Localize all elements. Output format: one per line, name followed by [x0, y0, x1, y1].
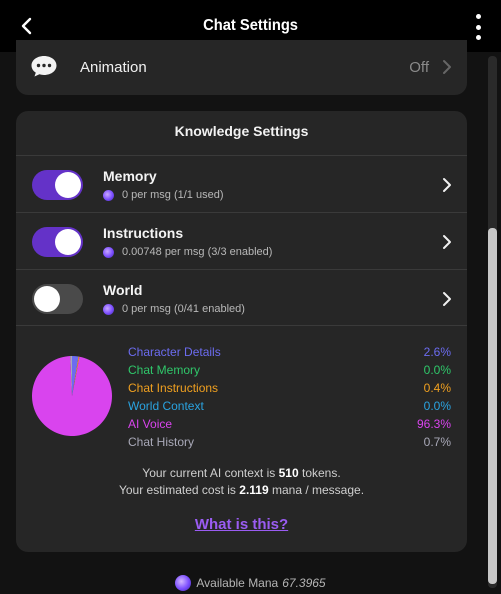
- available-mana-amount: 67.3965: [282, 576, 326, 590]
- legend-value: 0.4%: [423, 381, 451, 395]
- memory-cost: 0 per msg (1/1 used): [103, 189, 224, 201]
- knowledge-row-instructions[interactable]: Instructions 0.00748 per msg (3/3 enable…: [16, 212, 467, 269]
- mana-coin-icon: [175, 575, 192, 591]
- chevron-right-icon[interactable]: [441, 176, 453, 194]
- legend-label: Chat Memory: [128, 363, 201, 377]
- animation-value: Off: [409, 59, 429, 76]
- legend-label: Character Details: [128, 345, 221, 359]
- legend-item: AI Voice 96.3%: [128, 415, 451, 433]
- knowledge-row-memory[interactable]: Memory 0 per msg (1/1 used): [16, 155, 467, 212]
- instructions-label: Instructions: [103, 225, 184, 241]
- cost-value: 2.119: [239, 483, 269, 497]
- context-tokens-line: Your current AI context is 510 tokens.: [142, 466, 341, 480]
- available-mana-label: Available Mana: [196, 576, 279, 590]
- legend-item: Character Details 2.6%: [128, 343, 451, 361]
- more-menu-icon[interactable]: [473, 14, 483, 40]
- token-count: 510: [278, 466, 299, 480]
- context-cost-line: Your estimated cost is 2.119 mana / mess…: [118, 483, 365, 497]
- legend-item: World Context 0.0%: [128, 397, 451, 415]
- legend-item: Chat Instructions 0.4%: [128, 379, 451, 397]
- instructions-toggle[interactable]: [32, 227, 83, 257]
- legend-value: 0.0%: [423, 363, 451, 377]
- legend-value: 0.7%: [423, 435, 451, 449]
- instructions-cost: 0.00748 per msg (3/3 enabled): [103, 246, 272, 258]
- world-toggle[interactable]: [32, 284, 83, 314]
- legend-value: 96.3%: [416, 417, 451, 431]
- available-mana: Available Mana 67.3965: [0, 575, 501, 591]
- knowledge-row-world[interactable]: World 0 per msg (0/41 enabled): [16, 269, 467, 326]
- back-chevron-icon[interactable]: [14, 13, 38, 39]
- legend-item: Chat Memory 0.0%: [128, 361, 451, 379]
- legend-label: Chat History: [128, 435, 195, 449]
- context-summary: Your current AI context is 510 tokens. Y…: [16, 465, 467, 499]
- knowledge-settings-heading: Knowledge Settings: [174, 123, 309, 139]
- legend-label: Chat Instructions: [128, 381, 219, 395]
- legend-label: World Context: [128, 399, 204, 413]
- world-cost: 0 per msg (0/41 enabled): [103, 303, 245, 315]
- scrollbar-thumb[interactable]: [488, 228, 497, 584]
- what-is-this-link[interactable]: What is this?: [16, 516, 467, 533]
- mana-icon: [103, 303, 114, 315]
- memory-label: Memory: [103, 168, 157, 184]
- world-label: World: [103, 282, 143, 298]
- legend-value: 0.0%: [423, 399, 451, 413]
- context-legend: Character Details 2.6% Chat Memory 0.0% Chat…: [128, 343, 451, 451]
- legend-item: Chat History 0.7%: [128, 433, 451, 451]
- chat-bubble-icon: [30, 54, 58, 78]
- knowledge-settings-card: Knowledge Settings Memory 0 per msg (1/1…: [16, 111, 467, 552]
- animation-label: Animation: [80, 59, 147, 76]
- memory-toggle[interactable]: [32, 170, 83, 200]
- context-pie-chart: [32, 356, 112, 436]
- chevron-right-icon[interactable]: [441, 290, 453, 308]
- legend-value: 2.6%: [423, 345, 451, 359]
- legend-label: AI Voice: [128, 417, 173, 431]
- chevron-right-icon: [441, 58, 453, 76]
- animation-setting-row[interactable]: Animation Off: [16, 40, 467, 95]
- mana-icon: [103, 189, 114, 201]
- mana-icon: [103, 246, 114, 258]
- page-title: Chat Settings: [203, 17, 298, 34]
- chevron-right-icon[interactable]: [441, 233, 453, 251]
